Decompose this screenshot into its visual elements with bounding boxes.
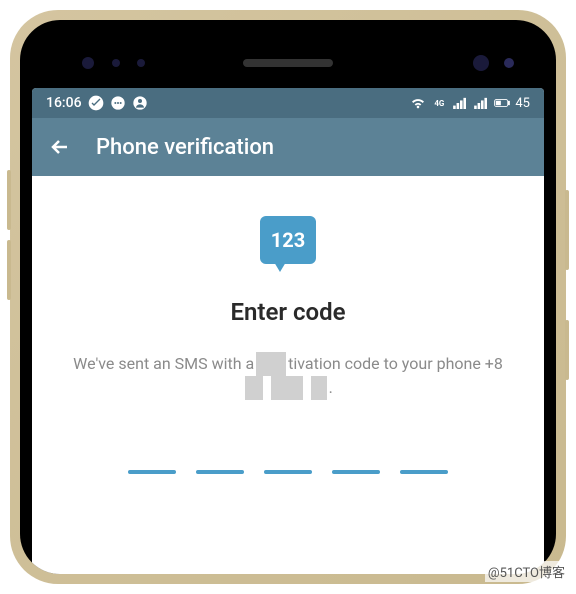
sms-code-icon: 123 — [260, 216, 316, 264]
status-right: 4G 45 — [410, 95, 530, 111]
heading: Enter code — [62, 298, 514, 326]
status-time: 16:06 — [46, 95, 82, 111]
sensor-1 — [112, 59, 120, 67]
code-digit-5[interactable] — [400, 470, 448, 474]
volume-up-button[interactable] — [7, 170, 11, 230]
masked-phone-3: xx — [311, 376, 327, 400]
account-icon — [132, 95, 148, 111]
masked-phone-1: 61 — [245, 376, 263, 400]
app-bar: Phone verification — [32, 118, 544, 176]
signal-4g-icon: 4G — [431, 95, 447, 111]
code-input-group — [62, 470, 514, 474]
phone-top-hardware — [32, 38, 544, 88]
content-area: 123 Enter code We've sent an SMS with an… — [32, 176, 544, 474]
sensor-right — [504, 58, 514, 68]
chat-icon — [110, 95, 126, 111]
code-digit-4[interactable] — [332, 470, 380, 474]
phone-bezel: 16:06 4G — [20, 20, 556, 574]
signal-bars-2-icon — [473, 95, 489, 111]
masked-text-1: n ac — [256, 352, 286, 376]
back-button[interactable] — [48, 135, 72, 159]
battery-icon — [494, 95, 510, 111]
wifi-icon — [410, 95, 426, 111]
power-button[interactable] — [565, 190, 569, 270]
sensor-2 — [137, 59, 145, 67]
code-digit-2[interactable] — [196, 470, 244, 474]
side-button[interactable] — [565, 320, 569, 380]
volume-down-button[interactable] — [7, 240, 11, 300]
front-camera-left — [82, 57, 94, 69]
code-digit-3[interactable] — [264, 470, 312, 474]
status-left: 16:06 — [46, 95, 148, 111]
front-camera-right — [473, 55, 489, 71]
phone-frame: 16:06 4G — [10, 10, 566, 584]
code-digit-1[interactable] — [128, 470, 176, 474]
telegram-icon — [88, 95, 104, 111]
arrow-left-icon — [48, 135, 72, 159]
watermark: @51CTO博客 — [485, 561, 568, 582]
speaker-grille — [243, 59, 333, 67]
battery-percent: 45 — [515, 96, 530, 111]
page-title: Phone verification — [96, 135, 274, 160]
description-text: We've sent an SMS with an activation cod… — [62, 352, 514, 400]
status-bar: 16:06 4G — [32, 88, 544, 118]
signal-bars-1-icon — [452, 95, 468, 111]
masked-phone-2: xxxx — [271, 376, 303, 400]
screen: 16:06 4G — [32, 88, 544, 574]
sms-icon-text: 123 — [271, 228, 305, 252]
